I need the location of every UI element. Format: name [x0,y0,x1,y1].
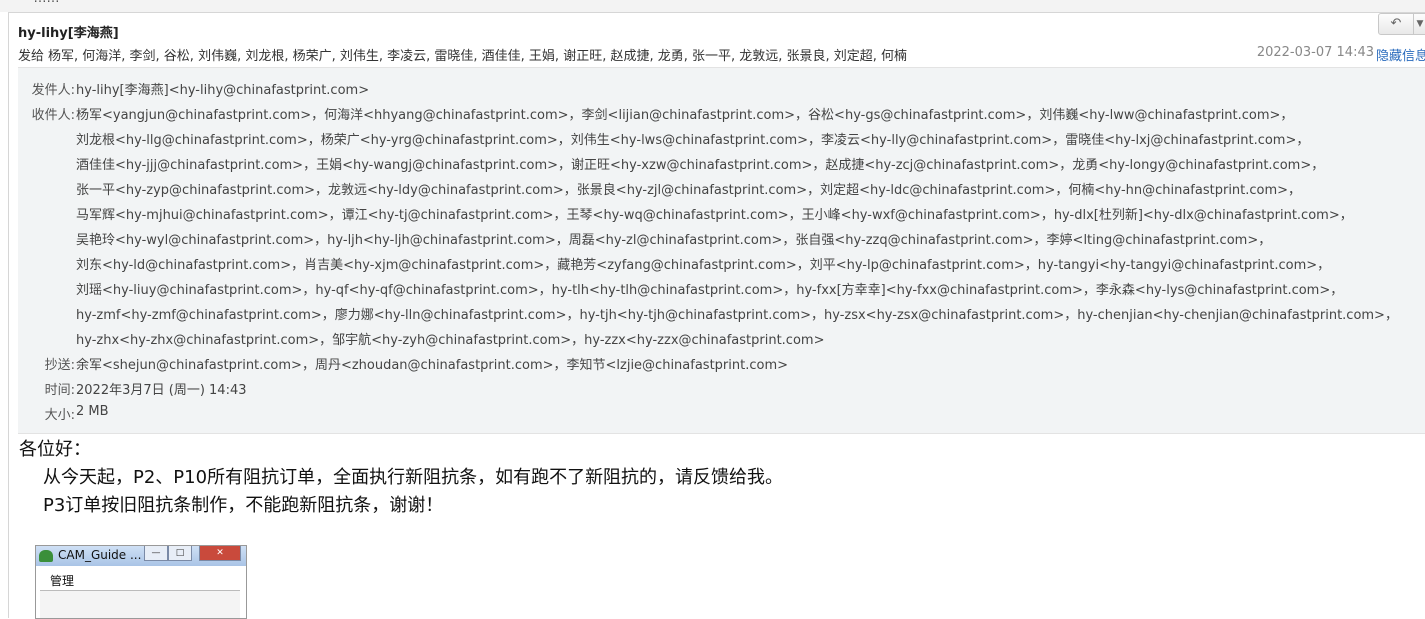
chevron-down-icon[interactable]: ▼ [1414,14,1425,34]
to-line-1[interactable]: 杨军<yangjun@chinafastprint.com>，何海洋<hhyan… [76,104,1293,123]
recipients-summary-list: 杨军, 何海洋, 李剑, 谷松, 刘伟巍, 刘龙根, 杨荣广, 刘伟生, 李凌云… [48,49,908,64]
to-label: 收件人: [31,108,75,123]
embedded-screenshot[interactable]: CAM_Guide ... — □ ✕ 管理 [35,545,247,619]
greeting-line: 各位好： [19,439,91,460]
sender-name[interactable]: hy-lihy[李海燕] [18,22,119,41]
body-line-2: P3订单按旧阻抗条制作，不能跑新阻抗条，谢谢！ [43,495,444,516]
to-line-8[interactable]: 刘瑶<hy-liuy@chinafastprint.com>，hy-qf<hy-… [76,279,1343,298]
to-line-5[interactable]: 马军辉<hy-mjhui@chinafastprint.com>，谭江<hy-t… [76,204,1353,223]
to-line-10[interactable]: hy-zhx<hy-zhx@chinafastprint.com>，邹宇航<hy… [76,329,824,348]
email-reader-pane: hy-lihy[李海燕] 发给 杨军, 何海洋, 李剑, 谷松, 刘伟巍, 刘龙根… [8,12,1425,618]
time-label: 时间: [44,383,75,398]
reply-arrow-icon[interactable]: ↶ [1379,14,1414,34]
to-line-4[interactable]: 张一平<hy-zyp@chinafastprint.com>，龙敦远<hy-ld… [76,179,1301,198]
to-line-9[interactable]: hy-zmf<hy-zmf@chinafastprint.com>，廖力娜<hy… [76,304,1398,323]
sendto-label: 发给 [18,49,45,64]
from-value[interactable]: hy-lihy[李海燕]<hy-lihy@chinafastprint.com> [76,79,369,98]
sent-datetime: 2022-03-07 14:43 [1256,45,1374,60]
previous-subject-strip: -- …… [0,0,1425,12]
minimize-icon: — [144,546,168,561]
size-label: 大小: [44,408,75,423]
embedded-titlebar: CAM_Guide ... — □ ✕ [36,546,246,566]
to-line-3[interactable]: 酒佳佳<hy-jjj@chinafastprint.com>，王娟<hy-wan… [76,154,1324,173]
to-line-2[interactable]: 刘龙根<hy-llg@chinafastprint.com>，杨荣广<hy-yr… [76,129,1309,148]
to-line-6[interactable]: 吴艳玲<hy-wyl@chinafastprint.com>，hy-ljh<hy… [76,229,1271,248]
embedded-window-title: CAM_Guide ... [58,548,142,562]
body-line-1: 从今天起，P2、P10所有阻抗订单，全面执行新阻抗条，如有跑不了新阻抗的，请反馈… [43,467,784,488]
app-window-icon [39,550,53,562]
cc-value[interactable]: 余军<shejun@chinafastprint.com>，周丹<zhoudan… [76,354,788,373]
from-label: 发件人: [31,83,75,98]
time-value: 2022年3月7日 (周一) 14:43 [76,383,247,398]
embedded-content-area [40,590,240,618]
embedded-menu-manage: 管理 [50,574,75,588]
message-details-panel: 发件人: hy-lihy[李海燕]<hy-lihy@chinafastprint… [18,67,1425,434]
maximize-icon: □ [168,546,192,561]
hide-details-link[interactable]: 隐藏信息 [1376,45,1425,64]
message-body: 各位好： 从今天起，P2、P10所有阻抗订单，全面执行新阻抗条，如有跑不了新阻抗… [19,436,783,520]
cc-label: 抄送: [44,358,75,373]
reply-button-group[interactable]: ↶ ▼ [1378,13,1425,35]
to-line-7[interactable]: 刘东<hy-ld@chinafastprint.com>，肖吉美<hy-xjm@… [76,254,1330,273]
close-icon: ✕ [199,546,241,561]
recipients-summary: 发给 杨军, 何海洋, 李剑, 谷松, 刘伟巍, 刘龙根, 杨荣广, 刘伟生, 李… [18,45,907,64]
size-value: 2 MB [76,404,109,419]
